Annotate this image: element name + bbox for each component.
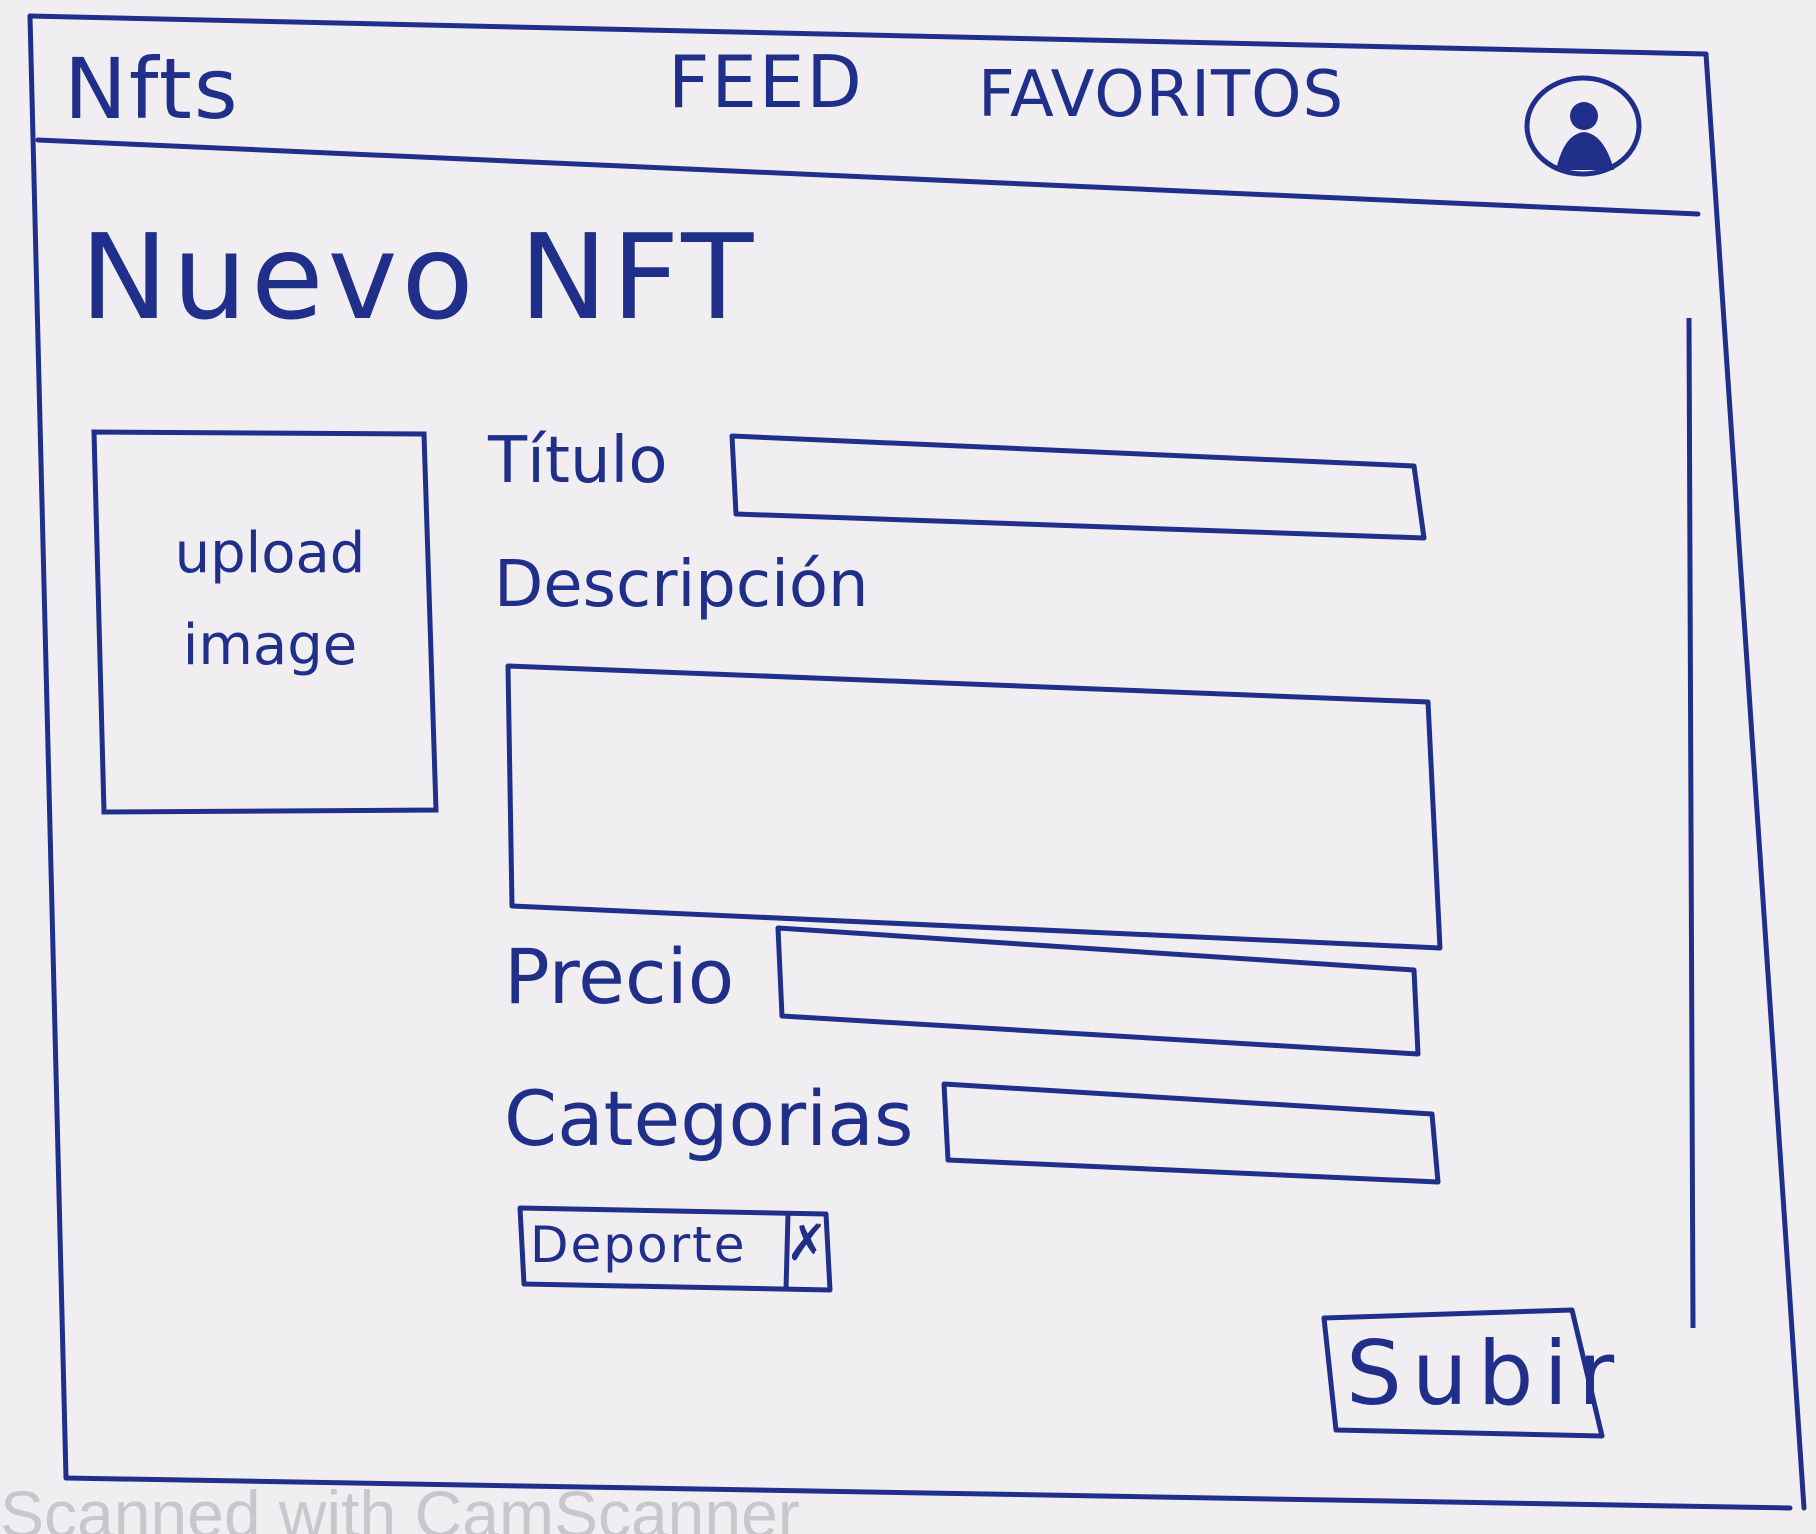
categorias-input[interactable] — [946, 1090, 1436, 1170]
nav-favoritos[interactable]: FAVORITOS — [978, 58, 1344, 132]
app-logo[interactable]: Nfts — [64, 40, 240, 138]
precio-label: Precio — [504, 932, 735, 1021]
user-avatar-icon[interactable] — [1524, 74, 1642, 178]
descripcion-textarea[interactable] — [510, 670, 1440, 920]
categorias-label: Categorias — [504, 1074, 914, 1163]
upload-image-label: upload image — [174, 521, 366, 678]
descripcion-label: Descripción — [494, 548, 869, 622]
titulo-input[interactable] — [734, 444, 1424, 522]
sketch-page: Nfts FEED FAVORITOS Nuevo NFT upload ima… — [0, 0, 1816, 1534]
precio-input[interactable] — [780, 934, 1420, 1034]
nav-feed[interactable]: FEED — [668, 40, 864, 124]
scanner-watermark: Scanned with CamScanner — [0, 1477, 800, 1534]
titulo-label: Título — [488, 424, 668, 498]
category-chip-label: Deporte — [530, 1216, 747, 1274]
page-scrollbar[interactable] — [1686, 318, 1696, 1328]
subir-button-label: Subir — [1346, 1322, 1625, 1425]
remove-category-icon[interactable]: ✗ — [786, 1214, 828, 1272]
page-title: Nuevo NFT — [80, 208, 758, 346]
